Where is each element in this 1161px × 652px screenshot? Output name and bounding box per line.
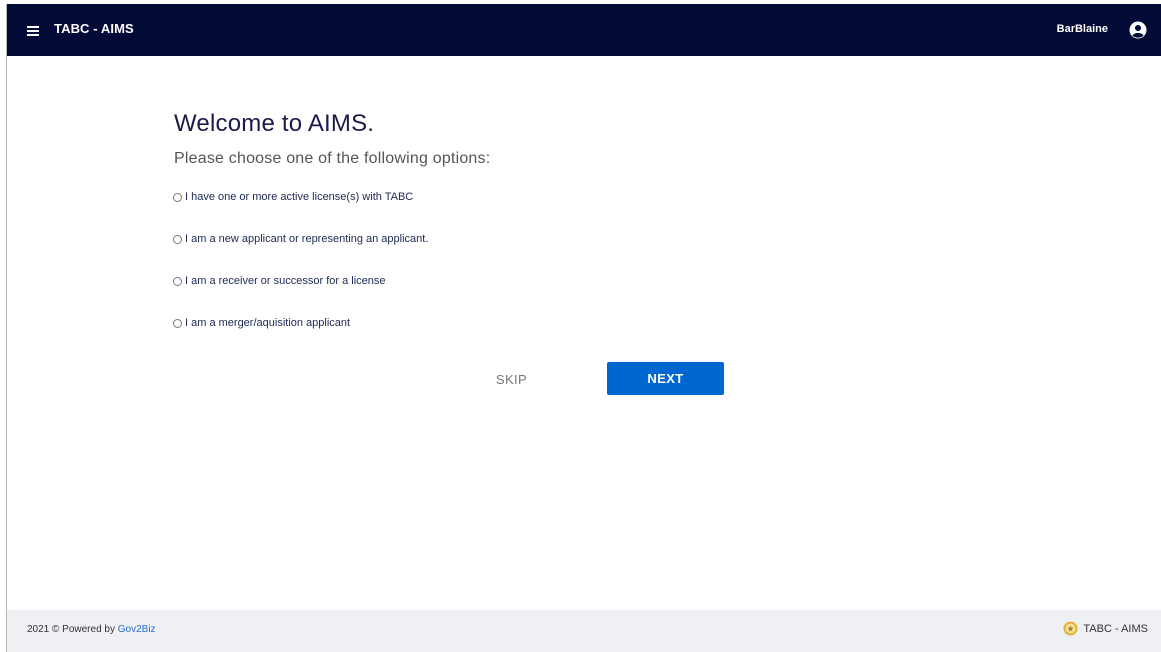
option-label: I have one or more active license(s) wit…	[185, 191, 414, 203]
option-new-applicant[interactable]: I am a new applicant or representing an …	[173, 233, 428, 245]
page-footer: 2021 © Powered by Gov2Biz TABC - AIMS	[7, 610, 1161, 652]
footer-copyright: 2021 © Powered by Gov2Biz	[27, 624, 156, 635]
option-label: I am a new applicant or representing an …	[185, 233, 429, 245]
option-merger-acquisition[interactable]: I am a merger/aquisition applicant	[173, 317, 350, 329]
radio-button[interactable]	[173, 234, 182, 244]
option-active-license[interactable]: I have one or more active license(s) wit…	[173, 191, 413, 203]
app-frame: TABC - AIMS BarBlaine Welcome to AIMS. P…	[6, 4, 1161, 652]
page-title: Welcome to AIMS.	[174, 110, 375, 137]
copyright-text: 2021 © Powered by	[27, 624, 115, 635]
option-label: I am a merger/aquisition applicant	[185, 317, 351, 329]
main-content: Welcome to AIMS. Please choose one of th…	[7, 56, 1161, 610]
radio-button[interactable]	[173, 318, 182, 328]
footer-brand: TABC - AIMS	[1063, 621, 1148, 636]
user-circle-icon[interactable]	[1129, 21, 1147, 39]
top-navigation-bar: TABC - AIMS BarBlaine	[7, 4, 1161, 56]
app-title[interactable]: TABC - AIMS	[54, 21, 134, 36]
option-receiver-successor[interactable]: I am a receiver or successor for a licen…	[173, 275, 386, 287]
next-button[interactable]: NEXT	[607, 362, 724, 395]
radio-button[interactable]	[173, 276, 182, 286]
page-subtitle: Please choose one of the following optio…	[174, 150, 491, 167]
radio-button[interactable]	[173, 192, 182, 202]
tabc-seal-icon	[1063, 621, 1078, 636]
gov2biz-link[interactable]: Gov2Biz	[118, 624, 156, 635]
username-label[interactable]: BarBlaine	[1057, 23, 1108, 35]
skip-button[interactable]: SKIP	[478, 370, 545, 388]
hamburger-menu-icon[interactable]	[27, 26, 39, 36]
option-label: I am a receiver or successor for a licen…	[185, 275, 386, 287]
footer-app-label: TABC - AIMS	[1083, 622, 1148, 635]
